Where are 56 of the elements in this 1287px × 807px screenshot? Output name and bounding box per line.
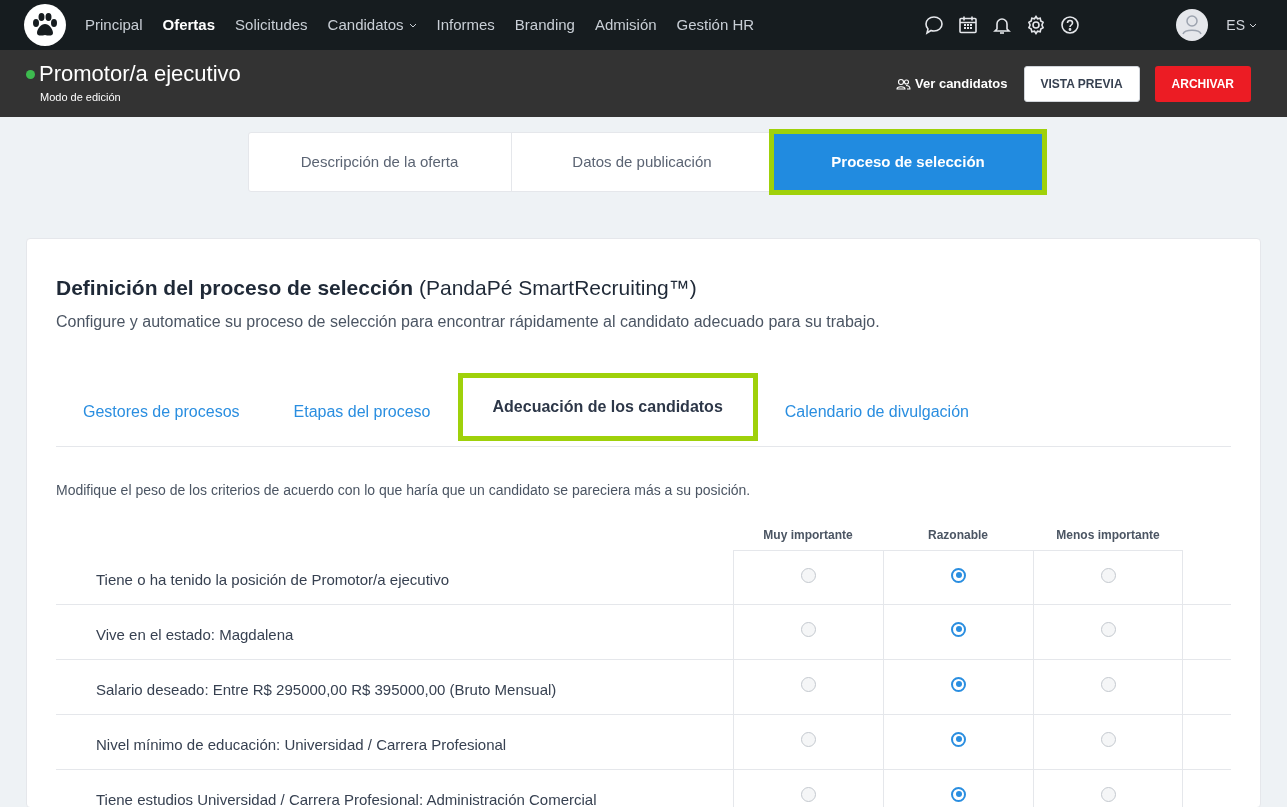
chevron-down-icon <box>408 22 417 28</box>
nav-link[interactable]: Principal <box>85 13 143 37</box>
job-title: Promotor/a ejecutivo <box>39 61 241 88</box>
mode-label: Modo de edición <box>40 90 122 106</box>
radio-button[interactable] <box>951 786 966 802</box>
radio-button[interactable] <box>951 567 966 583</box>
radio-button[interactable] <box>801 731 816 747</box>
section-tab[interactable]: Gestores de procesos <box>56 383 267 441</box>
radio-button[interactable] <box>1100 731 1116 747</box>
radio-button[interactable] <box>951 621 966 637</box>
nav-link[interactable]: Solicitudes <box>235 13 308 37</box>
chevron-down-icon <box>1249 22 1257 28</box>
chat-icon[interactable] <box>924 15 945 35</box>
radio-button[interactable] <box>1100 676 1116 692</box>
preview-button[interactable]: VISTA PREVIA <box>1023 65 1140 102</box>
radio-button[interactable] <box>801 676 816 692</box>
radio-button[interactable] <box>801 621 816 637</box>
section-tab[interactable]: Etapas del proceso <box>266 383 458 441</box>
language-selector[interactable]: ES <box>1226 14 1257 36</box>
criterion-label: Nivel mínimo de educación: Universidad / Carrera Profesional <box>95 734 508 755</box>
criterion-label: Vive en el estado: Magdalena <box>95 624 295 645</box>
nav-link[interactable]: Gestión HR <box>676 13 755 37</box>
section-title: Definición del proceso de selección <box>56 276 414 299</box>
view-candidates-link[interactable]: Ver candidatos <box>896 73 1008 94</box>
criterion-label: Salario deseado: Entre R$ 295000,00 R$ 395000,00 (Bruto Mensual) <box>95 679 558 700</box>
nav-link[interactable]: Admisión <box>594 13 657 37</box>
radio-button[interactable] <box>1100 567 1116 583</box>
section-description: Configure y automatice su proceso de selección para encontrar rápidamente al candidato adecuado para su trabajo. <box>56 311 881 332</box>
calendar-icon[interactable] <box>958 15 979 35</box>
nav-link[interactable]: Branding <box>514 13 575 37</box>
archive-button[interactable]: ARCHIVAR <box>1154 65 1251 102</box>
page-tab[interactable]: Descripción de la oferta <box>248 133 511 191</box>
radio-button[interactable] <box>951 731 966 747</box>
radio-button[interactable] <box>801 567 816 583</box>
radio-button[interactable] <box>951 676 966 692</box>
column-header: Menos importante <box>1055 526 1161 544</box>
criterion-label: Tiene estudios Universidad / Carrera Profesional: Administración Comercial <box>95 789 598 807</box>
column-header: Razonable <box>927 526 989 544</box>
section-tab[interactable]: Calendario de divulgación <box>757 383 996 441</box>
instructions-text: Modifique el peso de los criterios de acuerdo con lo que haría que un candidato se pareciera más a su posición. <box>56 480 752 500</box>
nav-link[interactable]: Informes <box>436 13 495 37</box>
paw-logo-icon[interactable] <box>24 4 66 46</box>
help-icon[interactable] <box>1060 15 1081 35</box>
radio-button[interactable] <box>801 786 816 802</box>
bell-icon[interactable] <box>992 15 1013 35</box>
radio-button[interactable] <box>1100 786 1116 802</box>
section-subtitle: (PandaPé SmartRecruiting™) <box>418 276 697 299</box>
criterion-label: Tiene o ha tenido la posición de Promotor/a ejecutivo <box>95 569 450 590</box>
nav-link[interactable]: Candidatos <box>327 13 417 37</box>
settings-icon[interactable] <box>1026 15 1047 35</box>
column-header: Muy importante <box>762 526 854 544</box>
people-icon <box>896 77 912 90</box>
nav-link[interactable]: Ofertas <box>162 13 216 37</box>
section-tab[interactable]: Adecuación de los candidatos <box>457 372 758 441</box>
avatar-icon[interactable] <box>1176 9 1209 41</box>
radio-button[interactable] <box>1100 621 1116 637</box>
